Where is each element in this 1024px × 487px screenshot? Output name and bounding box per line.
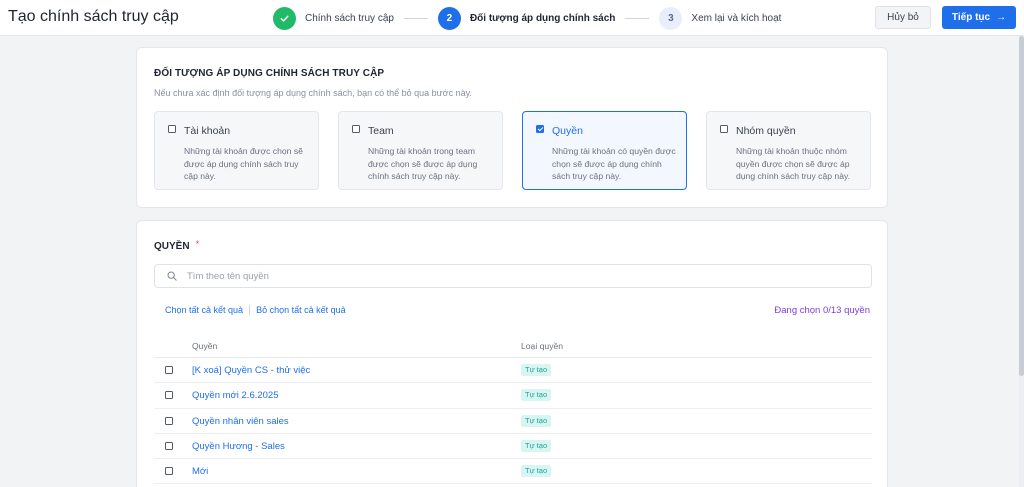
divider [249,305,251,315]
option-description: Những tài khoản có quyền được chọn sẽ đư… [552,146,676,181]
search-input[interactable] [187,268,857,284]
option-checkbox[interactable] [168,125,176,133]
option-title: Quyền [552,125,583,137]
deselect-all-link[interactable]: Bỏ chọn tất cả kết quả [256,305,346,315]
role-type-badge: Tự tạo [521,465,552,478]
step-divider [403,17,428,19]
roles-title: QUYỀN * [154,239,200,252]
step-2[interactable]: 2 Đối tượng áp dụng chính sách [437,6,616,30]
role-type-badge: Tự tạo [521,439,552,452]
role-type-badge: Tự tạo [521,389,552,402]
table-row[interactable]: Mới Tự tạo [154,459,872,485]
option-checkbox[interactable] [352,125,360,133]
step-3[interactable]: 3 Xem lại và kích hoạt [659,6,782,30]
row-checkbox[interactable] [165,441,173,450]
row-checkbox[interactable] [165,391,173,400]
selected-count: Đang chọn 0/13 quyền [774,305,870,316]
table-header: Quyền Loại quyền [154,336,872,358]
search-box[interactable] [154,264,872,288]
required-mark: * [195,239,200,249]
option-title: Nhóm quyền [736,125,796,137]
option-role-group[interactable]: Nhóm quyền Những tài khoản thuộc nhóm qu… [706,111,871,190]
stepper: Chính sách truy cập 2 Đối tượng áp dụng … [273,6,781,30]
check-icon [273,6,296,30]
table-row[interactable]: Quyền nhân viên sales Tự tạo [154,409,872,434]
arrow-right-icon: → [996,12,1007,23]
option-title: Team [368,125,394,137]
role-name-link[interactable]: [K xoá] Quyền CS - thử việc [192,365,310,376]
roles-title-text: QUYỀN [154,241,190,252]
table-row[interactable]: Quyền Hương - Sales Tự tạo [154,434,872,460]
option-checkbox-checked[interactable] [536,125,544,133]
option-description: Những tài khoản được chọn sẽ được áp dụn… [184,146,303,181]
option-checkbox[interactable] [720,125,728,133]
step-1-label: Chính sách truy cập [305,12,394,24]
option-description: Những tài khoản trong team được chọn sẽ … [368,146,478,181]
page-title: Tạo chính sách truy cập [8,8,179,25]
bulk-actions: Chọn tất cả kết quả Bỏ chọn tất cả kết q… [165,305,346,315]
step-divider [625,17,650,19]
column-header-role: Quyền [192,341,218,351]
row-checkbox[interactable] [165,366,173,374]
step-3-label: Xem lại và kích hoạt [691,12,782,24]
row-checkbox[interactable] [165,416,173,425]
option-description: Những tài khoản thuộc nhóm quyền được ch… [736,146,851,181]
option-role[interactable]: Quyền Những tài khoản có quyền được chọn… [522,111,687,190]
role-name-link[interactable]: Quyền Hương - Sales [192,441,285,452]
step-2-label: Đối tượng áp dụng chính sách [469,12,616,24]
role-type-badge: Tự tạo [521,414,552,427]
next-button-label: Tiếp tục [951,12,991,23]
next-button[interactable]: Tiếp tục → [942,6,1016,29]
role-type-badge: Tự tạo [521,364,552,376]
option-title: Tài khoản [184,125,231,137]
roles-section: QUYỀN * Chọn tất cả kết quả Bỏ chọn tất c… [136,220,888,487]
cancel-button[interactable]: Hủy bỏ [875,6,931,29]
roles-table: Quyền Loại quyền [K xoá] Quyền CS - thử … [154,336,872,485]
search-icon [167,271,177,281]
step-3-number: 3 [659,6,683,30]
section-title: ĐỐI TƯỢNG ÁP DỤNG CHÍNH SÁCH TRUY CẬP [154,68,385,79]
step-1[interactable]: Chính sách truy cập [273,6,394,30]
target-section: ĐỐI TƯỢNG ÁP DỤNG CHÍNH SÁCH TRUY CẬP Nế… [136,47,888,208]
role-name-link[interactable]: Quyền nhân viên sales [192,416,289,427]
role-name-link[interactable]: Quyền mới 2.6.2025 [192,390,279,401]
select-all-link[interactable]: Chọn tất cả kết quả [165,305,243,315]
option-account[interactable]: Tài khoản Những tài khoản được chọn sẽ đ… [154,111,319,190]
section-subtitle: Nếu chưa xác định đối tượng áp dụng chín… [154,88,472,98]
row-checkbox[interactable] [165,467,173,476]
option-team[interactable]: Team Những tài khoản trong team được chọ… [338,111,503,190]
top-header: Tạo chính sách truy cập Chính sách truy … [0,0,1024,36]
table-row[interactable]: Quyền mới 2.6.2025 Tự tạo [154,383,872,409]
table-row[interactable]: [K xoá] Quyền CS - thử việc Tự tạo [154,358,872,384]
column-header-type: Loại quyền [521,341,564,351]
page-scrollbar-thumb[interactable] [1019,36,1024,376]
role-name-link[interactable]: Mới [192,466,208,477]
step-2-number: 2 [437,6,461,30]
